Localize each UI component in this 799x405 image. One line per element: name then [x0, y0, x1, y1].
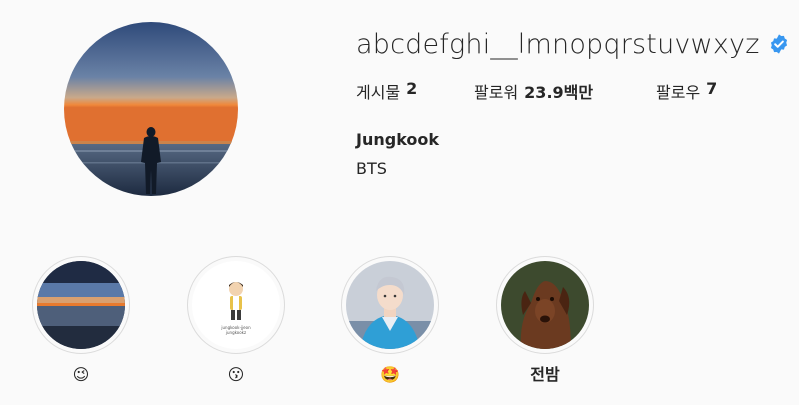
profile-full-name: Jungkook: [356, 130, 440, 149]
highlight-label: 😉: [72, 365, 90, 384]
story-highlight[interactable]: 전밤: [495, 256, 595, 386]
posts-value: 2: [406, 79, 418, 98]
highlight-thumbnail: [501, 261, 589, 349]
dog-portrait-image: [501, 261, 589, 349]
story-highlight[interactable]: 😉: [31, 256, 131, 386]
highlight-label: 전밤: [530, 365, 560, 384]
followers-link[interactable]: 팔로워 23.9백만: [474, 79, 656, 103]
posts-count: 게시물 2: [356, 79, 474, 103]
highlight-label: 🤩: [380, 365, 400, 384]
person-blue-jacket-image: [346, 261, 434, 349]
highlight-ring: [496, 256, 594, 354]
profile-stats: 게시물 2 팔로워 23.9백만 팔로우 7: [356, 79, 717, 103]
posts-label: 게시물: [356, 83, 401, 102]
cartoon-character-image: jungkook-jjeon jungkookz: [192, 261, 280, 349]
highlight-ring: [32, 256, 130, 354]
highlight-ring: jungkook-jjeon jungkookz: [187, 256, 285, 354]
highlight-label: 😗: [227, 365, 245, 384]
highlight-thumbnail: jungkook-jjeon jungkookz: [192, 261, 280, 349]
following-link[interactable]: 팔로우 7: [656, 79, 717, 103]
profile-bio: BTS: [356, 159, 387, 178]
verified-badge-icon: [770, 34, 787, 54]
followers-label: 팔로워: [474, 83, 519, 102]
sunset-beach-image: [37, 261, 125, 349]
avatar-sunset-image: [64, 22, 238, 196]
story-highlight[interactable]: jungkook-jjeon jungkookz 😗: [186, 256, 286, 386]
following-value: 7: [706, 79, 718, 98]
story-highlight[interactable]: 🤩: [340, 256, 440, 386]
username-row: abcdefghi__lmnopqrstuvwxyz: [356, 22, 790, 66]
followers-value: 23.9백만: [524, 83, 594, 102]
profile-avatar[interactable]: [64, 22, 238, 196]
highlight-thumbnail: [346, 261, 434, 349]
highlight-thumbnail: [37, 261, 125, 349]
username: abcdefghi__lmnopqrstuvwxyz: [356, 28, 760, 60]
following-label: 팔로우: [656, 83, 701, 102]
highlight-ring: [341, 256, 439, 354]
thumb-text-line2: jungkookz: [225, 330, 246, 335]
